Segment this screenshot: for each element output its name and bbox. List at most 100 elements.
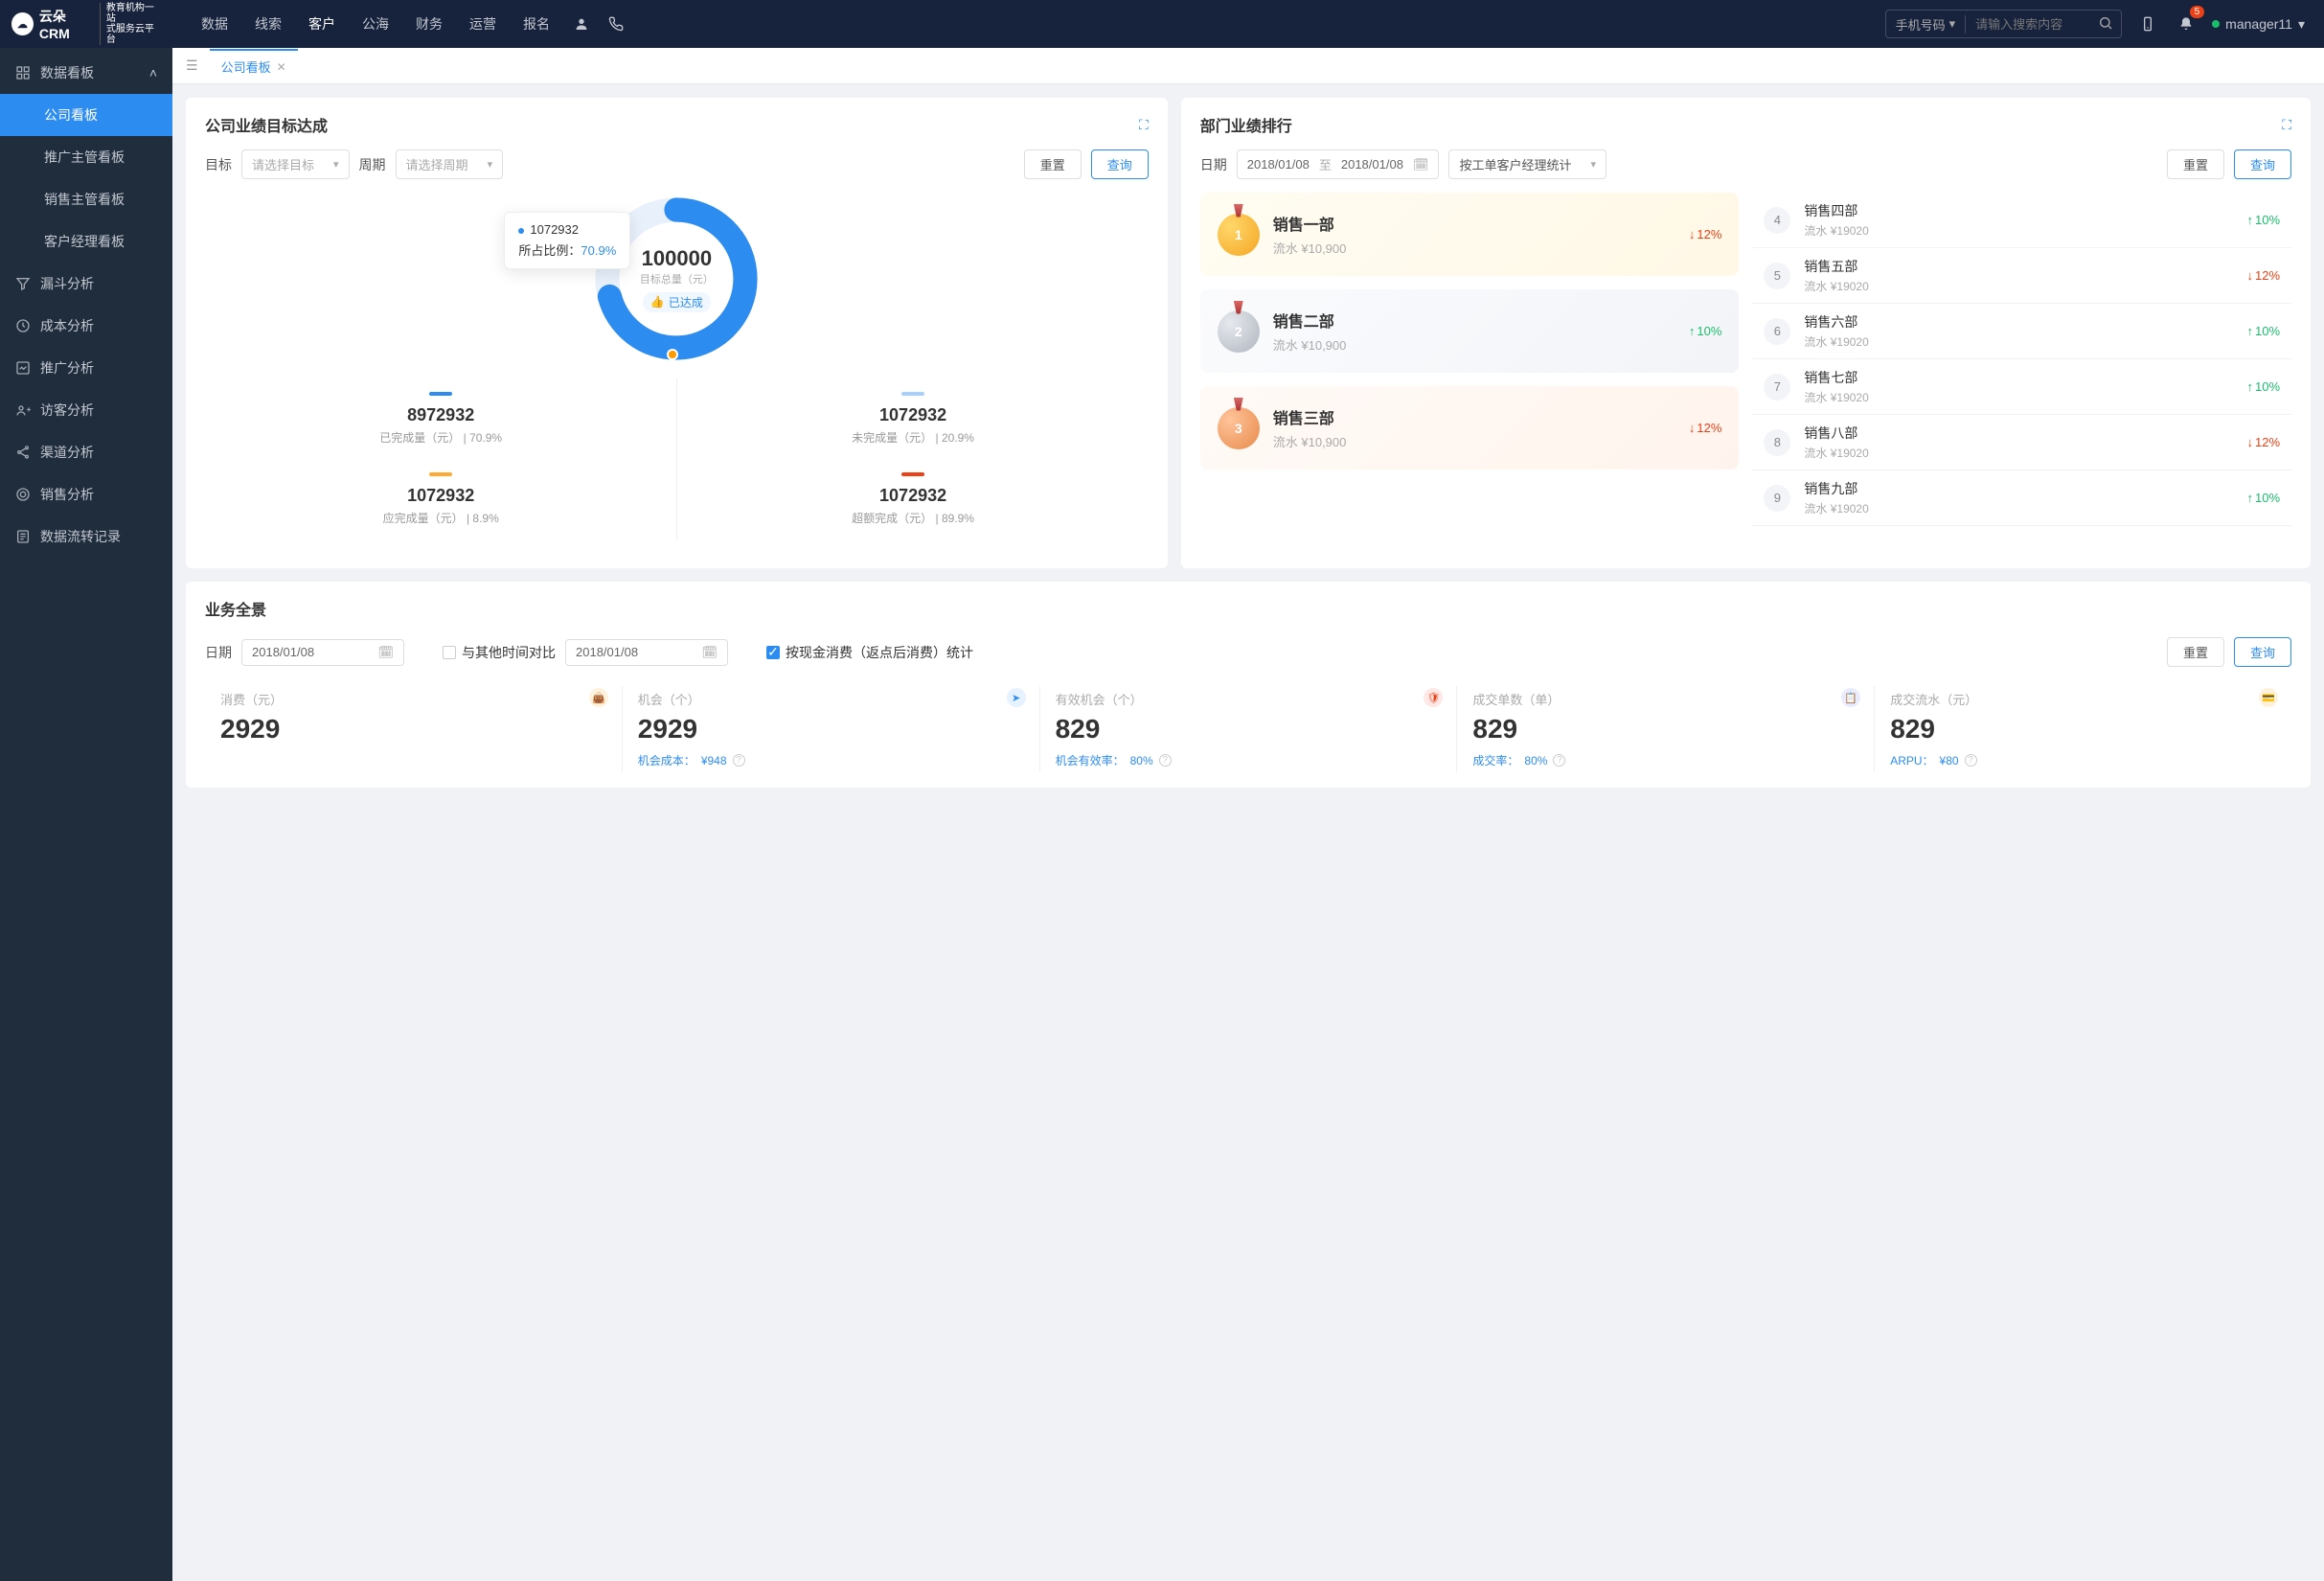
- help-icon[interactable]: ?: [1965, 754, 1977, 767]
- username: manager11: [2225, 16, 2292, 32]
- stat-uncompleted: 1072932未完成量（元） | 20.9%: [676, 378, 1148, 459]
- sidebar-item-flow-log[interactable]: 数据流转记录: [0, 516, 172, 558]
- chart-tooltip: 1072932 所占比例：70.9%: [504, 212, 630, 269]
- medal-bronze-icon: 3: [1218, 407, 1260, 449]
- date-picker-1[interactable]: 2018/01/08🗓: [241, 639, 404, 666]
- reset-button[interactable]: 重置: [2167, 637, 2224, 667]
- sidebar-item-visitor[interactable]: 访客分析: [0, 389, 172, 431]
- arrow-up-icon: ↑: [2246, 491, 2253, 505]
- nav-ops[interactable]: 运营: [469, 14, 496, 34]
- close-icon[interactable]: ✕: [277, 60, 286, 74]
- panel-title: 业务全景: [205, 597, 266, 620]
- help-icon[interactable]: ?: [733, 754, 745, 767]
- cash-checkbox[interactable]: ✓按现金消费（返点后消费）统计: [766, 643, 973, 662]
- rank-1: 1 销售一部流水 ¥10,900 ↓12%: [1200, 193, 1740, 276]
- calendar-icon: 🗓: [1413, 157, 1429, 172]
- change-down: ↓12%: [1689, 421, 1722, 435]
- sidebar-item-funnel[interactable]: 漏斗分析: [0, 263, 172, 305]
- search-input[interactable]: [1966, 17, 2090, 32]
- filter-date-label: 日期: [1200, 155, 1227, 174]
- select-target[interactable]: 请选择目标▾: [241, 149, 350, 179]
- thumb-up-icon: 👍: [650, 295, 665, 309]
- logo[interactable]: ☁ 云朵CRM 教育机构一站 式服务云平台: [0, 3, 172, 45]
- bag-icon: 👜: [589, 688, 608, 707]
- metrics-row: 消费（元） 👜 2929 机会（个） ➤ 2929 机会成本：¥948? 有效机…: [205, 686, 2291, 772]
- visitor-icon: [15, 402, 31, 418]
- stat-exceeded: 1072932超额完成（元） | 89.9%: [676, 459, 1148, 539]
- arrow-up-icon: ↑: [1689, 324, 1696, 338]
- logo-subtitle: 教育机构一站 式服务云平台: [100, 3, 161, 45]
- sidebar-group-dashboard[interactable]: 数据看板 ˄: [0, 52, 172, 94]
- sidebar-item-sales[interactable]: 销售分析: [0, 473, 172, 516]
- device-icon[interactable]: [2135, 11, 2160, 36]
- user-icon[interactable]: [569, 11, 594, 36]
- help-icon[interactable]: ?: [1553, 754, 1565, 767]
- sidebar-item-account-mgr[interactable]: 客户经理看板: [0, 220, 172, 263]
- sidebar-item-promo[interactable]: 推广分析: [0, 347, 172, 389]
- nav-leads[interactable]: 线索: [255, 14, 282, 34]
- arrow-down-icon: ↓: [2246, 435, 2253, 449]
- stat-completed: 8972932已完成量（元） | 70.9%: [205, 378, 676, 459]
- log-icon: [15, 529, 31, 544]
- topbar: ☁ 云朵CRM 教育机构一站 式服务云平台 数据 线索 客户 公海 财务 运营 …: [0, 0, 2324, 48]
- sidebar-item-channel[interactable]: 渠道分析: [0, 431, 172, 473]
- chevron-down-icon: ▾: [1590, 158, 1596, 171]
- sidebar-item-promo-lead[interactable]: 推广主管看板: [0, 136, 172, 178]
- nav-data[interactable]: 数据: [201, 14, 228, 34]
- top-nav: 数据 线索 客户 公海 财务 运营 报名: [172, 14, 550, 34]
- expand-icon[interactable]: ⛶: [1139, 117, 1149, 133]
- panel-target: 公司业绩目标达成 ⛶ 目标 请选择目标▾ 周期 请选择周期▾ 重置 查询: [186, 98, 1168, 568]
- chevron-down-icon: ▾: [488, 158, 493, 171]
- rank-row: 5销售五部流水 ¥19020↓12%: [1752, 248, 2291, 304]
- compare-checkbox[interactable]: 与其他时间对比: [443, 643, 556, 662]
- select-period[interactable]: 请选择周期▾: [396, 149, 504, 179]
- nav-pool[interactable]: 公海: [362, 14, 389, 34]
- sidebar-item-company[interactable]: 公司看板: [0, 94, 172, 136]
- arrow-down-icon: ↓: [1689, 421, 1696, 435]
- metric-opportunity: 机会（个） ➤ 2929 机会成本：¥948?: [623, 686, 1040, 772]
- query-button[interactable]: 查询: [2234, 149, 2291, 179]
- logo-text: 云朵CRM: [39, 7, 94, 41]
- rank-row: 6销售六部流水 ¥19020↑10%: [1752, 304, 2291, 359]
- nav-signup[interactable]: 报名: [523, 14, 550, 34]
- nav-finance[interactable]: 财务: [416, 14, 443, 34]
- rank-3: 3 销售三部流水 ¥10,900 ↓12%: [1200, 386, 1740, 470]
- search-type-select[interactable]: 手机号码▾: [1886, 15, 1967, 34]
- filter-period-label: 周期: [359, 155, 386, 174]
- nav-customer[interactable]: 客户: [308, 14, 335, 34]
- ranking-list: 4销售四部流水 ¥19020↑10% 5销售五部流水 ¥19020↓12% 6销…: [1752, 193, 2291, 526]
- main: ☰ 公司看板 ✕ 公司业绩目标达成 ⛶ 目标: [172, 48, 2324, 1581]
- query-button[interactable]: 查询: [1091, 149, 1149, 179]
- chevron-down-icon: ▾: [1949, 16, 1956, 32]
- ranking-top3: 1 销售一部流水 ¥10,900 ↓12% 2 销售二部流水 ¥10,900 ↑…: [1200, 193, 1740, 526]
- funnel-icon: [15, 276, 31, 291]
- tabs-bar: ☰ 公司看板 ✕: [172, 48, 2324, 84]
- dashboard-icon: [15, 65, 31, 80]
- search-box: 手机号码▾: [1885, 10, 2123, 38]
- date-picker-2[interactable]: 2018/01/08🗓: [565, 639, 728, 666]
- phone-icon[interactable]: [604, 11, 628, 36]
- select-groupby[interactable]: 按工单客户经理统计▾: [1448, 149, 1606, 179]
- collapse-icon[interactable]: ☰: [178, 54, 206, 78]
- panel-title: 公司业绩目标达成: [205, 113, 328, 136]
- chevron-down-icon: ▾: [2298, 16, 2305, 33]
- change-up: ↑10%: [1689, 324, 1722, 338]
- send-icon: ➤: [1007, 688, 1026, 707]
- bell-icon[interactable]: 5: [2174, 11, 2199, 36]
- help-icon[interactable]: ?: [1159, 754, 1172, 767]
- chevron-down-icon: ▾: [333, 158, 339, 171]
- rank-row: 7销售七部流水 ¥19020↑10%: [1752, 359, 2291, 415]
- sidebar-item-sales-lead[interactable]: 销售主管看板: [0, 178, 172, 220]
- query-button[interactable]: 查询: [2234, 637, 2291, 667]
- panel-title: 部门业绩排行: [1200, 113, 1292, 136]
- expand-icon[interactable]: ⛶: [2282, 117, 2291, 133]
- user-menu[interactable]: manager11 ▾: [2212, 16, 2305, 33]
- rank-row: 9销售九部流水 ¥19020↑10%: [1752, 470, 2291, 526]
- tab-company-board[interactable]: 公司看板 ✕: [210, 49, 298, 82]
- reset-button[interactable]: 重置: [2167, 149, 2224, 179]
- reset-button[interactable]: 重置: [1024, 149, 1082, 179]
- date-range[interactable]: 2018/01/08 至 2018/01/08 🗓: [1237, 149, 1440, 179]
- sidebar-item-cost[interactable]: 成本分析: [0, 305, 172, 347]
- search-icon[interactable]: [2090, 15, 2121, 34]
- arrow-down-icon: ↓: [2246, 268, 2253, 283]
